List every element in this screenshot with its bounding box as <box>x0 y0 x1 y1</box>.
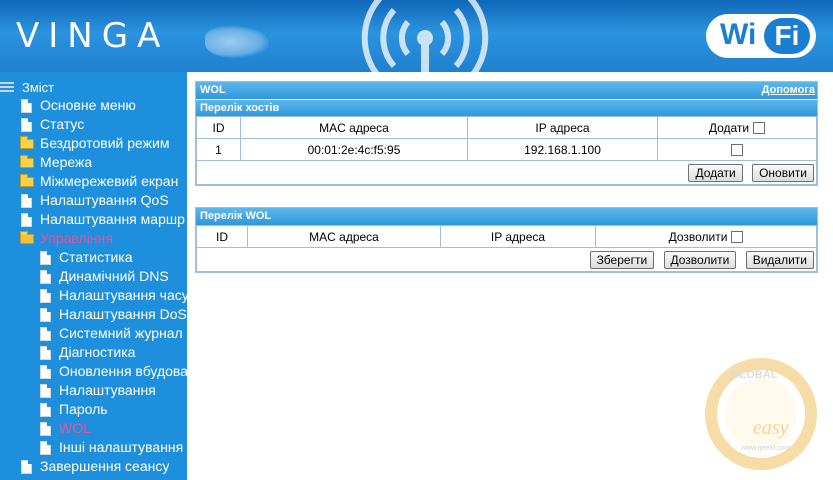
select-all-add-checkbox[interactable] <box>753 122 766 135</box>
wifi-logo-wi: Wi <box>720 18 757 51</box>
folder-icon <box>20 174 34 187</box>
page-icon <box>40 308 51 322</box>
folder-icon <box>20 136 34 149</box>
hosts-button-row: Додати Оновити <box>196 161 817 185</box>
cell-mac: 00:01:2e:4c:f5:95 <box>240 138 468 161</box>
column-header-ip: IP адреса <box>467 116 658 139</box>
sidebar-item-label: Основне меню <box>40 97 136 113</box>
wifi-logo: Wi Fi <box>706 14 816 58</box>
column-header-ip: IP адреса <box>440 225 596 248</box>
wol-panel: Перелік WOL ID MAC адреса IP адреса Дозв… <box>195 207 818 273</box>
page-title-bar: WOL Допомога <box>196 82 817 99</box>
allow-button[interactable]: Дозволити <box>663 251 737 269</box>
wifi-logo-fi: Fi <box>764 18 810 54</box>
sidebar-item-label: Оновлення вбудова <box>59 363 187 379</box>
column-header-ip-label: IP адреса <box>535 120 590 135</box>
sidebar-item-label: Налаштування маршр <box>40 211 185 227</box>
page-icon <box>21 460 32 474</box>
column-header-allow-label: Дозволити <box>668 229 728 244</box>
refresh-button[interactable]: Оновити <box>752 164 814 182</box>
page-icon <box>40 384 51 398</box>
folder-open-icon <box>20 231 34 244</box>
column-header-add-label: Додати <box>708 120 750 135</box>
contents-icon <box>0 82 14 92</box>
sidebar-item-label: Статус <box>40 116 85 132</box>
page-icon <box>40 365 51 379</box>
table-row: 1 00:01:2e:4c:f5:95 192.168.1.100 <box>196 138 817 161</box>
sidebar-item-label: Мережа <box>40 154 93 170</box>
sidebar-item-label: Бездротовий режим <box>40 135 170 151</box>
brand-logo: VINGA <box>16 16 170 56</box>
hosts-section-title: Перелік хостів <box>196 99 817 116</box>
sidebar-root-label: Зміст <box>22 80 55 95</box>
hand-graphic-icon <box>205 26 269 58</box>
cell-ip: 192.168.1.100 <box>467 138 658 161</box>
watermark-url: www.geeld.com <box>740 445 790 452</box>
watermark-logo: GLOBAL easy www.geeld.com <box>705 358 817 470</box>
watermark-text-top: GLOBAL <box>731 369 778 381</box>
table-header-row: ID MAC адреса IP адреса Дозволити <box>196 225 817 248</box>
page-icon <box>40 327 51 341</box>
add-button[interactable]: Додати <box>688 164 743 182</box>
page-icon <box>40 403 51 417</box>
sidebar-item-label: Управління <box>40 230 113 246</box>
sidebar-item-label: Налаштування часу <box>59 287 187 303</box>
page-icon <box>40 251 51 265</box>
select-all-allow-checkbox[interactable] <box>731 231 744 244</box>
save-button[interactable]: Зберегти <box>589 251 655 269</box>
page-icon <box>40 441 51 455</box>
column-header-mac: MAC адреса <box>247 225 441 248</box>
column-header-add: Додати <box>657 116 817 139</box>
sidebar-item-label: Завершення сеансу <box>40 458 170 474</box>
cell-id: 1 <box>196 138 241 161</box>
sidebar-item-label: Динамічний DNS <box>59 268 169 284</box>
watermark-text-mid: easy <box>753 417 789 439</box>
page-title: WOL <box>200 84 226 96</box>
page-icon <box>21 118 32 132</box>
header-banner: VINGA Wi Fi <box>0 0 833 72</box>
wol-table: ID MAC адреса IP адреса Дозволити <box>196 225 817 248</box>
cell-add <box>657 138 817 161</box>
page-icon <box>40 346 51 360</box>
sidebar-item-label: Налаштування <box>59 382 156 398</box>
sidebar-item-label: Діагностика <box>59 344 136 360</box>
wireless-signal-icon <box>361 0 489 72</box>
column-header-mac: MAC адреса <box>240 116 468 139</box>
wol-button-row: Зберегти Дозволити Видалити <box>196 248 817 272</box>
page-icon <box>21 194 32 208</box>
page-icon <box>21 213 32 227</box>
help-link[interactable]: Допомога <box>762 82 815 98</box>
page-icon <box>21 99 32 113</box>
hosts-panel: WOL Допомога Перелік хостів ID MAC адрес… <box>195 81 818 186</box>
row-add-checkbox[interactable] <box>731 144 743 157</box>
sidebar-item-label: Налаштування QoS <box>40 192 169 208</box>
sidebar-nav: Зміст Основне меню Статус Бездротовий ре… <box>0 72 187 480</box>
column-header-allow: Дозволити <box>595 225 817 248</box>
column-header-id: ID <box>196 225 248 248</box>
wol-section-title: Перелік WOL <box>196 208 817 225</box>
sidebar-item-label: WOL <box>59 420 91 436</box>
sidebar-item-label: Пароль <box>59 401 108 417</box>
folder-icon <box>20 155 34 168</box>
page-icon <box>40 422 51 436</box>
sidebar-item-label: Міжмережевий екран <box>40 173 179 189</box>
page-icon <box>40 289 51 303</box>
page-icon <box>40 270 51 284</box>
hosts-table: ID MAC адреса IP адреса Додати 1 00:01:2… <box>196 116 817 161</box>
sidebar-item-label: Інші налаштування <box>59 439 184 455</box>
sidebar-item-label: Статистика <box>59 249 133 265</box>
column-header-id: ID <box>196 116 241 139</box>
delete-button[interactable]: Видалити <box>745 251 814 269</box>
table-header-row: ID MAC адреса IP адреса Додати <box>196 116 817 139</box>
sidebar-item-label: Налаштування DoS <box>59 306 187 322</box>
sidebar-item-label: Системний журнал <box>59 325 183 341</box>
